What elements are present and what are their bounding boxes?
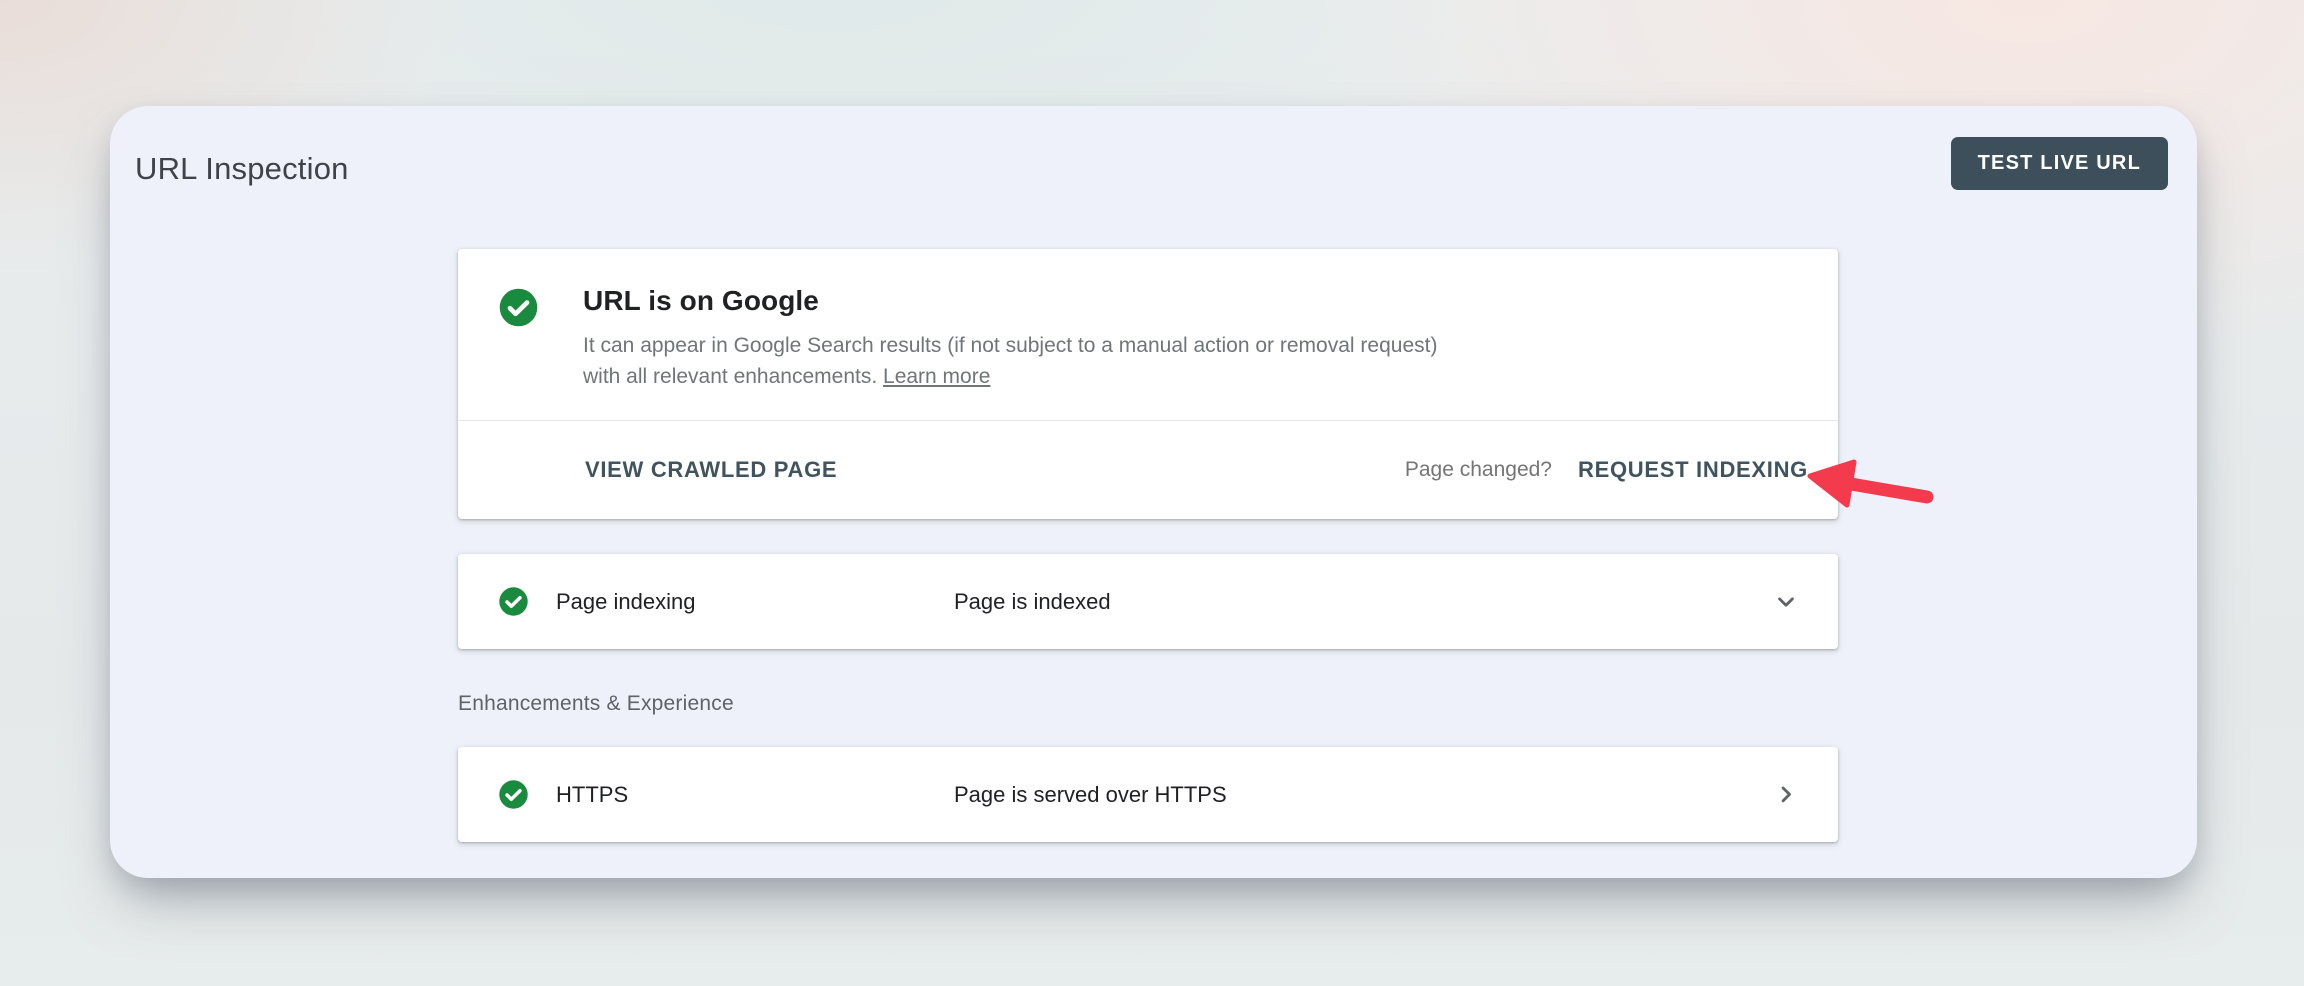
page-title: URL Inspection	[135, 151, 349, 187]
page-background: URL Inspection TEST LIVE URL URL is on G…	[0, 0, 2304, 986]
check-circle-icon	[498, 779, 529, 810]
status-description-text: It can appear in Google Search results (…	[583, 334, 1437, 388]
inspection-content: URL is on Google It can appear in Google…	[458, 249, 1838, 842]
panel-header: URL Inspection TEST LIVE URL	[110, 106, 2197, 190]
url-inspection-panel: URL Inspection TEST LIVE URL URL is on G…	[110, 106, 2197, 878]
chevron-right-icon	[1772, 781, 1800, 809]
learn-more-link[interactable]: Learn more	[883, 365, 990, 388]
page-indexing-status: Page is indexed	[954, 589, 1111, 615]
check-circle-icon	[498, 586, 529, 617]
status-title: URL is on Google	[583, 285, 1463, 317]
url-status-text: URL is on Google It can appear in Google…	[583, 285, 1463, 420]
url-status-footer: VIEW CRAWLED PAGE Page changed? REQUEST …	[458, 420, 1838, 519]
https-status: Page is served over HTTPS	[954, 782, 1227, 808]
page-indexing-row[interactable]: Page indexing Page is indexed	[458, 554, 1838, 649]
enhancements-section-label: Enhancements & Experience	[458, 692, 1838, 716]
page-changed-label: Page changed?	[1405, 458, 1552, 482]
test-live-url-button[interactable]: TEST LIVE URL	[1951, 137, 2168, 190]
request-indexing-link[interactable]: REQUEST INDEXING	[1578, 457, 1808, 483]
https-label: HTTPS	[556, 782, 628, 808]
url-status-main: URL is on Google It can appear in Google…	[458, 249, 1838, 420]
page-indexing-label: Page indexing	[556, 589, 695, 615]
status-description: It can appear in Google Search results (…	[583, 330, 1463, 392]
url-status-card: URL is on Google It can appear in Google…	[458, 249, 1838, 519]
check-circle-icon	[498, 287, 539, 328]
https-row[interactable]: HTTPS Page is served over HTTPS	[458, 747, 1838, 842]
chevron-down-icon	[1772, 588, 1800, 616]
footer-right-group: Page changed? REQUEST INDEXING	[1405, 457, 1808, 483]
view-crawled-page-link[interactable]: VIEW CRAWLED PAGE	[585, 457, 837, 483]
